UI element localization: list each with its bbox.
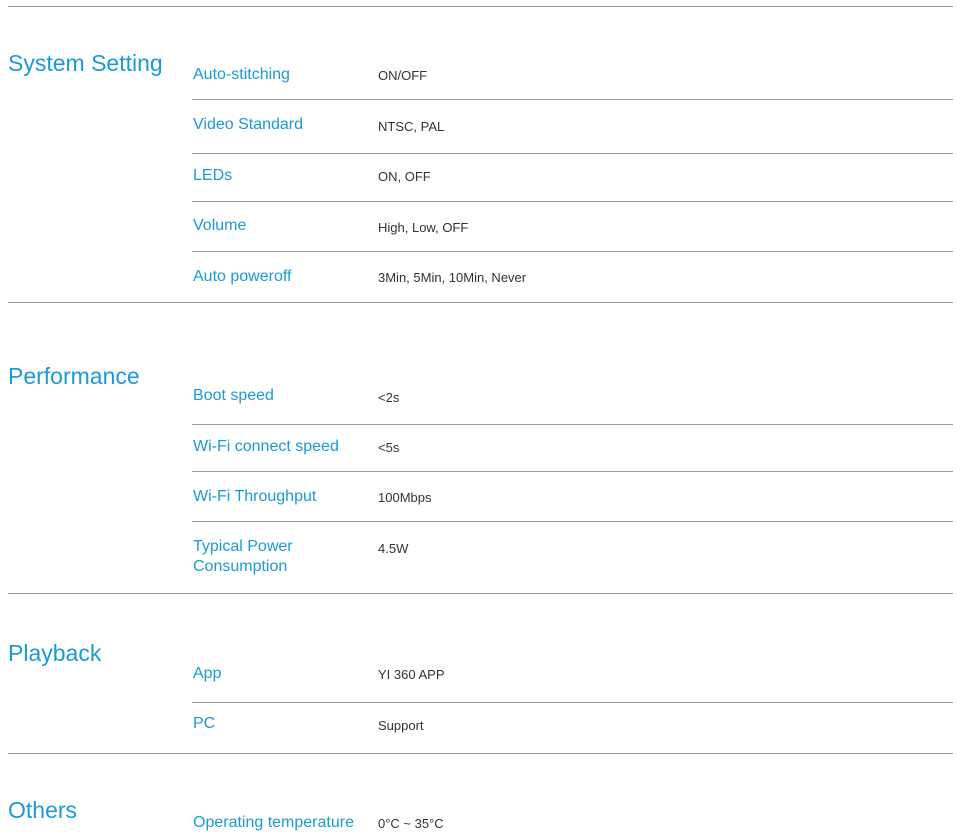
spec-value-typical-power-consumption: 4.5W — [378, 541, 409, 556]
section-title-performance: Performance — [8, 363, 140, 389]
row-divider — [192, 521, 953, 522]
spec-label-wifi-connect-speed: Wi-Fi connect speed — [193, 438, 339, 455]
spec-value-pc: Support — [378, 718, 424, 733]
spec-value-leds: ON, OFF — [378, 169, 431, 184]
spec-label-leds: LEDs — [193, 167, 233, 184]
spec-label-video-standard: Video Standard — [193, 116, 304, 133]
spec-value-auto-poweroff: 3Min, 5Min, 10Min, Never — [378, 270, 527, 285]
section-divider — [8, 593, 953, 594]
spec-value-auto-stitching: ON/OFF — [378, 68, 428, 83]
spec-label-volume: Volume — [193, 217, 247, 234]
spec-label-auto-stitching: Auto-stitching — [193, 66, 290, 83]
spec-value-wifi-connect-speed: <5s — [378, 440, 400, 455]
section-title-playback: Playback — [8, 640, 102, 666]
spec-label-boot-speed: Boot speed — [193, 387, 274, 404]
row-divider — [192, 702, 953, 703]
spec-value-video-standard: NTSC, PAL — [378, 119, 445, 134]
row-divider — [192, 99, 953, 100]
spec-label-pc: PC — [193, 715, 216, 732]
spec-label-typical-power-consumption: Typical Power Consumption — [193, 538, 293, 575]
spec-value-volume: High, Low, OFF — [378, 220, 469, 235]
divider-top — [8, 6, 953, 7]
spec-label-wifi-throughput: Wi-Fi Throughput — [193, 488, 317, 505]
row-divider — [192, 251, 953, 252]
spec-value-wifi-throughput: 100Mbps — [378, 490, 432, 505]
spec-label-operating-temperature: Operating temperature — [193, 814, 354, 831]
spec-value-operating-temperature: 0°C ~ 35°C — [378, 816, 444, 831]
spec-label-app: App — [193, 665, 222, 682]
section-divider — [8, 753, 953, 754]
row-divider — [192, 153, 953, 154]
section-title-system-setting: System Setting — [8, 50, 163, 76]
spec-label-auto-poweroff: Auto poweroff — [193, 268, 292, 285]
row-divider — [192, 201, 953, 202]
row-divider — [192, 424, 953, 425]
section-divider — [8, 302, 953, 303]
section-title-others: Others — [8, 797, 78, 823]
spec-value-app: YI 360 APP — [378, 667, 445, 682]
row-divider — [192, 471, 953, 472]
spec-value-boot-speed: <2s — [378, 390, 400, 405]
